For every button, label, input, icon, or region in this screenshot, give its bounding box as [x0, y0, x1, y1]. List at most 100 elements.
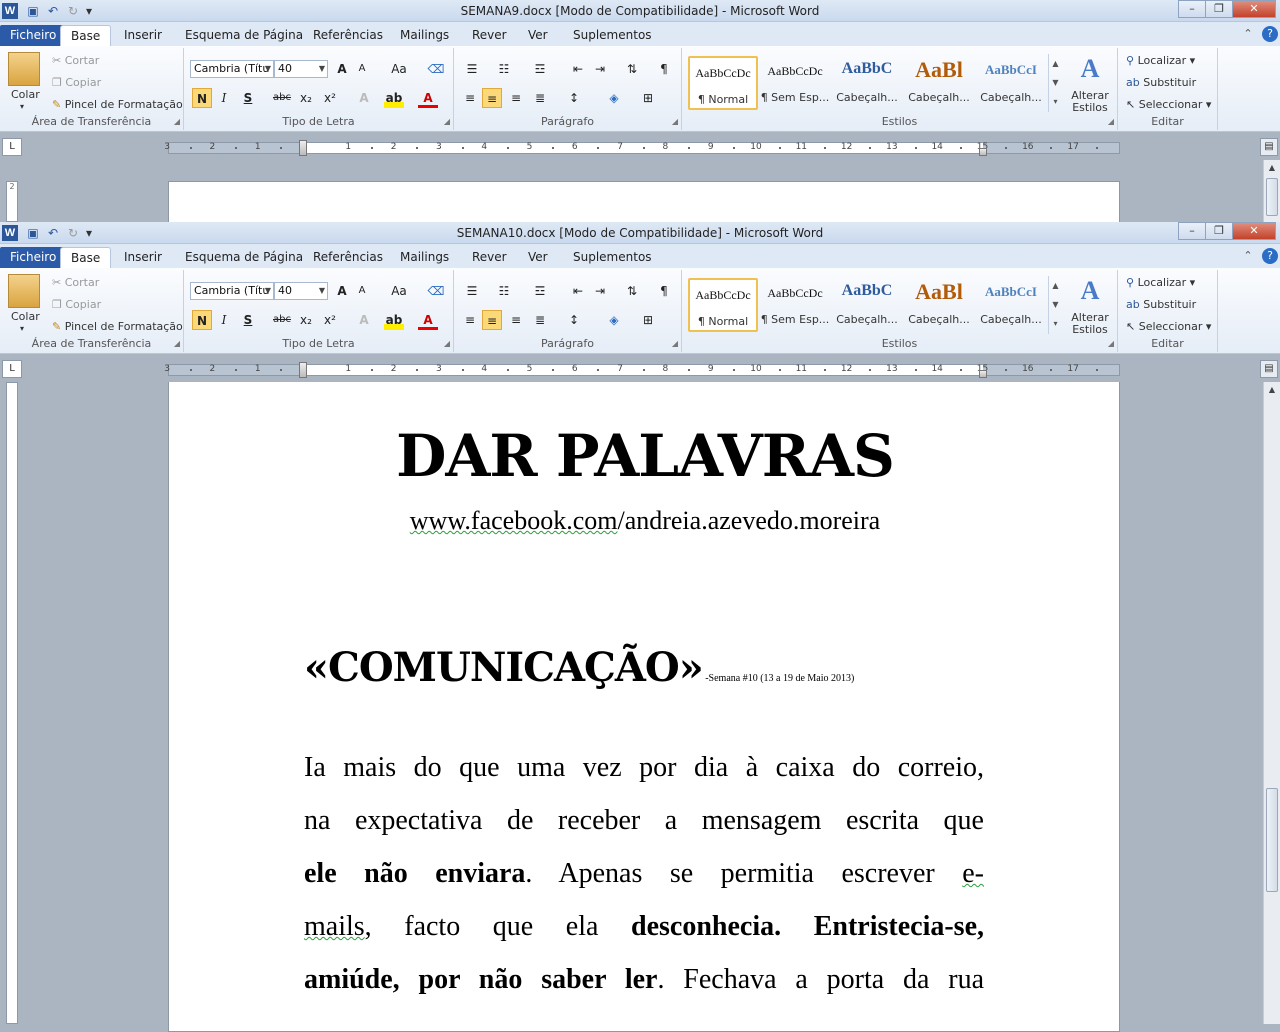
- justify-icon[interactable]: ≣: [530, 310, 550, 330]
- dialog-launcher-icon[interactable]: ◢: [1108, 339, 1114, 348]
- text-effects-icon[interactable]: A: [354, 310, 374, 330]
- style-normal[interactable]: AaBbCcDc ¶ Normal: [688, 56, 758, 110]
- shrink-font-button[interactable]: A: [352, 59, 372, 79]
- view-ruler-icon[interactable]: ▤: [1260, 360, 1278, 378]
- tab-base[interactable]: Base: [60, 247, 112, 268]
- borders-icon[interactable]: ⊞: [638, 88, 658, 108]
- dialog-launcher-icon[interactable]: ◢: [174, 339, 180, 348]
- align-right-icon[interactable]: ≡: [506, 310, 526, 330]
- shading-icon[interactable]: ◈: [604, 310, 624, 330]
- tab-inserir[interactable]: Inserir: [114, 247, 172, 268]
- line-spacing-icon[interactable]: ↕: [564, 310, 584, 330]
- show-formatting-button[interactable]: ¶: [654, 59, 674, 79]
- paste-icon[interactable]: [8, 52, 40, 86]
- style-no-spacing[interactable]: AaBbCcDc ¶ Sem Esp...: [760, 278, 830, 332]
- decrease-indent-icon[interactable]: ⇤: [568, 281, 588, 301]
- help-icon[interactable]: ?: [1262, 26, 1278, 42]
- indent-marker[interactable]: [299, 140, 307, 156]
- bullets-icon[interactable]: ☰: [462, 59, 482, 79]
- paste-dropdown-icon[interactable]: ▾: [20, 102, 24, 111]
- tab-ficheiro[interactable]: Ficheiro: [0, 25, 67, 46]
- subscript-button[interactable]: x₂: [296, 310, 316, 330]
- document-title[interactable]: DAR PALAVRAS: [169, 422, 1121, 490]
- copy-button[interactable]: ❐ Copiar: [52, 76, 101, 89]
- copy-button[interactable]: ❐ Copiar: [52, 298, 101, 311]
- style-no-spacing[interactable]: AaBbCcDc ¶ Sem Esp...: [760, 56, 830, 110]
- dialog-launcher-icon[interactable]: ◢: [174, 117, 180, 126]
- font-color-icon[interactable]: A: [418, 88, 438, 108]
- scroll-up-icon[interactable]: ▲: [1264, 160, 1280, 176]
- highlight-icon[interactable]: ab: [384, 88, 404, 108]
- highlight-icon[interactable]: ab: [384, 310, 404, 330]
- shrink-font-button[interactable]: A: [352, 281, 372, 301]
- scrollbar-back[interactable]: ▲: [1263, 160, 1280, 222]
- numbering-icon[interactable]: ☷: [494, 281, 514, 301]
- style-heading-2[interactable]: AaBl Cabeçalh...: [904, 278, 974, 332]
- tab-rever[interactable]: Rever: [462, 247, 517, 268]
- tab-suplementos[interactable]: Suplementos: [563, 25, 662, 46]
- restore-button[interactable]: ❐: [1205, 0, 1233, 18]
- dialog-launcher-icon[interactable]: ◢: [672, 339, 678, 348]
- font-name-box[interactable]: Cambria (Títu ▼: [190, 282, 274, 300]
- document-page-back[interactable]: [168, 181, 1120, 222]
- tab-mailings[interactable]: Mailings: [390, 25, 459, 46]
- multilevel-list-icon[interactable]: ☲: [530, 281, 550, 301]
- italic-button[interactable]: I: [214, 310, 234, 330]
- strikethrough-button[interactable]: abc: [272, 310, 292, 330]
- superscript-button[interactable]: x²: [320, 310, 340, 330]
- bold-button[interactable]: N: [192, 310, 212, 330]
- change-case-button[interactable]: Aa: [386, 59, 412, 79]
- clear-formatting-icon[interactable]: ⌫: [426, 281, 446, 301]
- replace-button[interactable]: ab Substituir: [1126, 298, 1196, 311]
- styles-gallery-scroll[interactable]: ▲ ▼ ▾: [1048, 54, 1062, 112]
- dialog-launcher-icon[interactable]: ◢: [1108, 117, 1114, 126]
- scroll-thumb[interactable]: [1266, 788, 1278, 892]
- grow-font-button[interactable]: A: [332, 281, 352, 301]
- bold-button[interactable]: N: [192, 88, 212, 108]
- style-heading-3[interactable]: AaBbCcI Cabeçalh...: [976, 56, 1046, 110]
- horizontal-ruler[interactable]: 3 2 1 1 2 3 4 5 6 7 8 9 10 11 12 13 14 15 16 17: [164, 140, 1120, 156]
- decrease-indent-icon[interactable]: ⇤: [568, 59, 588, 79]
- find-button[interactable]: ⚲ Localizar ▾: [1126, 54, 1195, 67]
- tab-base[interactable]: Base: [60, 25, 112, 46]
- paste-icon[interactable]: [8, 274, 40, 308]
- align-left-icon[interactable]: ≡: [460, 310, 480, 330]
- underline-button[interactable]: S: [238, 88, 258, 108]
- align-right-icon[interactable]: ≡: [506, 88, 526, 108]
- strikethrough-button[interactable]: abc: [272, 88, 292, 108]
- replace-button[interactable]: ab Substituir: [1126, 76, 1196, 89]
- sort-icon[interactable]: ⇅: [622, 59, 642, 79]
- numbering-icon[interactable]: ☷: [494, 59, 514, 79]
- find-button[interactable]: ⚲ Localizar ▾: [1126, 276, 1195, 289]
- body-paragraph[interactable]: Ia mais do que uma vez por dia à caixa d…: [304, 741, 984, 1006]
- paste-dropdown-icon[interactable]: ▾: [20, 324, 24, 333]
- minimize-button[interactable]: –: [1178, 0, 1206, 18]
- style-heading-2[interactable]: AaBl Cabeçalh...: [904, 56, 974, 110]
- tab-ver[interactable]: Ver: [518, 25, 558, 46]
- scroll-up-icon[interactable]: ▲: [1264, 382, 1280, 398]
- text-effects-icon[interactable]: A: [354, 88, 374, 108]
- borders-icon[interactable]: ⊞: [638, 310, 658, 330]
- right-indent-marker[interactable]: [979, 148, 987, 156]
- vertical-scrollbar[interactable]: ▲: [1263, 382, 1280, 1024]
- tab-suplementos[interactable]: Suplementos: [563, 247, 662, 268]
- close-button[interactable]: ✕: [1232, 0, 1276, 18]
- font-name-box[interactable]: Cambria (Títu ▼: [190, 60, 274, 78]
- facebook-url[interactable]: www.facebook.com/andreia.azevedo.moreira: [169, 506, 1121, 536]
- increase-indent-icon[interactable]: ⇥: [590, 281, 610, 301]
- shading-icon[interactable]: ◈: [604, 88, 624, 108]
- horizontal-ruler[interactable]: 3 2 1 1 2 3 4 5 6 7 8 9 10 11 12 13 14 15 16 17: [164, 362, 1120, 378]
- tab-selector-button[interactable]: L: [2, 360, 22, 378]
- bullets-icon[interactable]: ☰: [462, 281, 482, 301]
- change-styles-button[interactable]: Alterar Estilos: [1066, 90, 1114, 114]
- section-heading[interactable]: «COMUNICAÇÃO» -Semana #10 (13 a 19 de Ma…: [304, 644, 854, 691]
- tab-referencias[interactable]: Referências: [303, 247, 393, 268]
- style-heading-3[interactable]: AaBbCcI Cabeçalh...: [976, 278, 1046, 332]
- font-size-box[interactable]: 40 ▼: [274, 282, 328, 300]
- format-painter-button[interactable]: ✎ Pincel de Formatação: [52, 320, 183, 333]
- tab-inserir[interactable]: Inserir: [114, 25, 172, 46]
- select-button[interactable]: ↖ Seleccionar ▾: [1126, 320, 1211, 333]
- show-formatting-button[interactable]: ¶: [654, 281, 674, 301]
- styles-gallery-scroll[interactable]: ▲ ▼ ▾: [1048, 276, 1062, 334]
- subscript-button[interactable]: x₂: [296, 88, 316, 108]
